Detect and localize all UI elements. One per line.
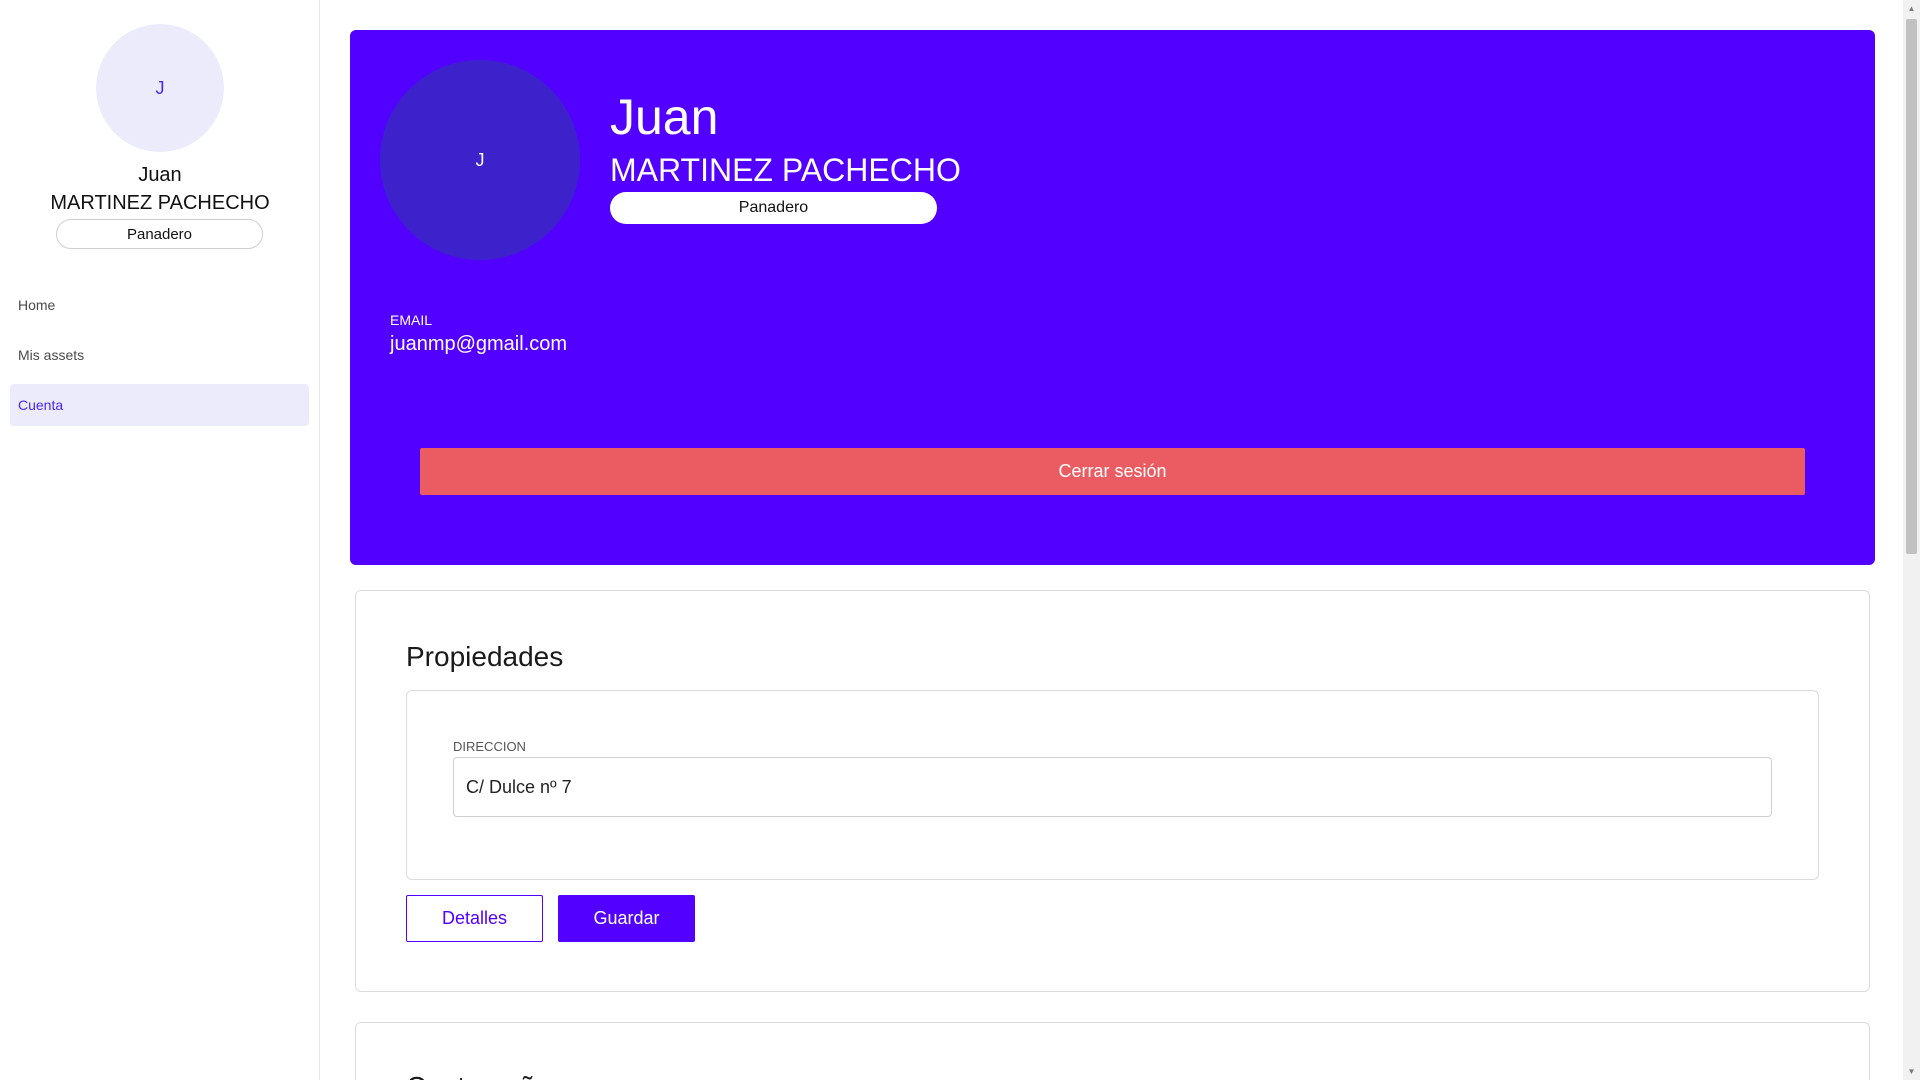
scroll-down-icon[interactable]: ▼ — [1903, 1063, 1920, 1080]
password-card: Contraseña — [355, 1022, 1870, 1080]
save-button[interactable]: Guardar — [558, 895, 695, 942]
scrollbar-thumb[interactable] — [1906, 19, 1917, 554]
sidebar-item-cuenta[interactable]: Cuenta — [10, 384, 309, 426]
sidebar-item-home[interactable]: Home — [10, 284, 309, 326]
profile-avatar-initial: J — [475, 149, 485, 170]
avatar: J — [96, 24, 224, 152]
role-badge: Panadero — [56, 219, 263, 249]
scroll-up-icon[interactable]: ▲ — [1903, 0, 1920, 17]
profile-avatar: J — [380, 60, 580, 260]
email-label: EMAIL — [390, 312, 433, 328]
details-button[interactable]: Detalles — [406, 895, 543, 942]
scrollbar[interactable]: ▲ ▼ — [1903, 0, 1920, 1080]
profile-role-badge: Panadero — [610, 192, 937, 224]
avatar-initial: J — [155, 77, 165, 98]
user-first-name: Juan — [138, 164, 182, 186]
sidebar-item-mis-assets[interactable]: Mis assets — [10, 334, 309, 376]
password-title: Contraseña — [406, 1071, 551, 1080]
properties-form: DIRECCION — [406, 690, 1819, 880]
user-last-name: MARTINEZ PACHECHO — [50, 192, 270, 214]
properties-title: Propiedades — [406, 641, 564, 672]
sidebar: J Juan MARTINEZ PACHECHO Panadero Home M… — [0, 0, 320, 1080]
email-value: juanmp@gmail.com — [390, 333, 568, 355]
profile-header: J Juan MARTINEZ PACHECHO Panadero EMAIL … — [350, 30, 1875, 565]
logout-button[interactable]: Cerrar sesión — [420, 448, 1805, 495]
profile-first-name: Juan — [610, 89, 719, 145]
properties-card: Propiedades DIRECCION Detalles Guardar — [355, 590, 1870, 992]
profile-last-name: MARTINEZ PACHECHO — [610, 152, 961, 188]
address-input[interactable] — [453, 757, 1772, 817]
sidebar-nav: Home Mis assets Cuenta — [10, 284, 309, 434]
address-label: DIRECCION — [453, 739, 526, 754]
